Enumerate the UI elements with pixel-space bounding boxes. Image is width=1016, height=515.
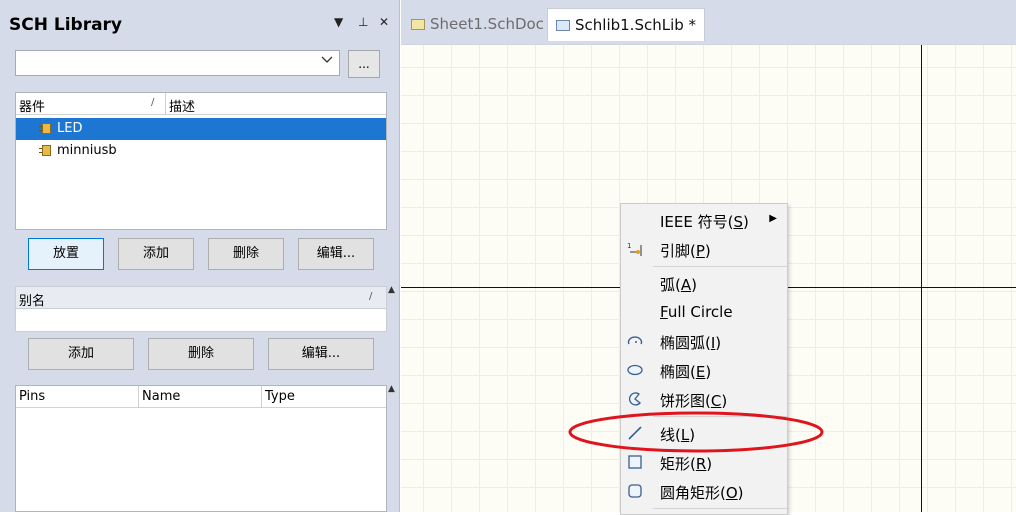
column-divider[interactable] (138, 386, 139, 407)
sort-indicator-icon: / (369, 291, 373, 302)
scroll-up-icon[interactable]: ▲ (388, 285, 395, 295)
menu-item-label: IEEE 符号(S) (660, 213, 749, 231)
add-component-button[interactable]: 添加 (118, 238, 194, 270)
origin-axis-vertical (921, 45, 922, 512)
menu-item-elliptical-arc[interactable]: 椭圆弧(I) (621, 327, 787, 355)
delete-alias-button[interactable]: 删除 (148, 338, 254, 370)
menu-separator (653, 416, 787, 417)
menu-item-rounded-rectangle[interactable]: 圆角矩形(O) (621, 477, 787, 505)
component-row-minniusb[interactable]: minniusb (16, 140, 386, 162)
component-name: LED (57, 121, 83, 136)
chevron-down-icon (321, 54, 333, 69)
menu-item-label: 线(L) (660, 426, 696, 444)
place-button[interactable]: 放置 (28, 238, 104, 270)
column-header-component[interactable]: 器件 (19, 96, 45, 115)
place-context-menu: IEEE 符号(S) ▶ 1 引脚(P) 弧(A) Full Circle 椭圆… (620, 203, 788, 515)
panel-header: SCH Library ▼ ⊥ ✕ (0, 0, 400, 45)
tab-sheet1-schdoc[interactable]: Sheet1.SchDoc * (403, 8, 564, 41)
menu-separator (653, 508, 787, 509)
component-icon (39, 145, 51, 156)
sort-indicator-icon: / (151, 97, 155, 108)
pins-list-header: Pins Name Type (16, 386, 386, 408)
elliptical-arc-icon (627, 333, 643, 349)
component-row-led[interactable]: LED (16, 118, 386, 140)
sch-library-panel: SCH Library ▼ ⊥ ✕ ... 器件 / 描述 LED minniu… (0, 0, 400, 512)
add-alias-button[interactable]: 添加 (28, 338, 134, 370)
menu-item-label: 饼形图(C) (660, 392, 728, 410)
close-panel-icon[interactable]: ✕ (379, 15, 389, 29)
library-filter-combo[interactable] (15, 50, 340, 76)
alias-list-header: 别名 / (16, 287, 386, 309)
column-header-type[interactable]: Type (265, 389, 295, 404)
component-list-header: 器件 / 描述 (16, 93, 386, 115)
pins-list: Pins Name Type (15, 385, 387, 512)
alias-list: 别名 / (15, 286, 387, 332)
document-tab-bar: Sheet1.SchDoc * Schlib1.SchLib * (401, 0, 1016, 45)
menu-item-label: 矩形(R) (660, 455, 713, 473)
component-list: 器件 / 描述 LED minniusb (15, 92, 387, 230)
pin-icon: 1 (627, 241, 643, 257)
menu-item-pin[interactable]: 1 引脚(P) (621, 235, 787, 263)
rectangle-icon (627, 454, 643, 470)
menu-item-label: 椭圆弧(I) (660, 334, 722, 352)
tab-schlib1-schlib[interactable]: Schlib1.SchLib * (547, 8, 706, 41)
menu-separator (653, 266, 787, 267)
menu-item-full-circle[interactable]: Full Circle (621, 298, 787, 326)
menu-item-ellipse[interactable]: 椭圆(E) (621, 356, 787, 384)
menu-item-label: 圆角矩形(O) (660, 484, 744, 502)
menu-item-label: 引脚(P) (660, 242, 711, 260)
column-header-name[interactable]: Name (142, 389, 180, 404)
line-icon (627, 425, 643, 441)
menu-item-label: 椭圆(E) (660, 363, 712, 381)
edit-component-button[interactable]: 编辑... (298, 238, 374, 270)
column-header-pins[interactable]: Pins (19, 389, 45, 404)
column-header-alias[interactable]: 别名 (19, 290, 45, 309)
submenu-arrow-icon: ▶ (769, 213, 777, 224)
delete-component-button[interactable]: 删除 (208, 238, 284, 270)
column-divider[interactable] (261, 386, 262, 407)
menu-item-ieee-symbols[interactable]: IEEE 符号(S) ▶ (621, 206, 787, 234)
ellipse-icon (627, 362, 643, 378)
menu-item-label: 弧(A) (660, 276, 697, 294)
pin-panel-icon[interactable]: ⊥ (358, 15, 368, 29)
menu-item-arc[interactable]: 弧(A) (621, 269, 787, 297)
schdoc-icon (411, 19, 425, 30)
menu-item-line[interactable]: 线(L) (621, 419, 787, 447)
menu-item-pie-chart[interactable]: 饼形图(C) (621, 385, 787, 413)
schlib-icon (556, 20, 570, 31)
scroll-up-icon[interactable]: ▲ (388, 384, 395, 394)
svg-text:1: 1 (627, 242, 631, 250)
tab-label: Sheet1.SchDoc * (430, 15, 557, 33)
panel-menu-dropdown-icon[interactable]: ▼ (334, 15, 343, 29)
menu-item-rectangle[interactable]: 矩形(R) (621, 448, 787, 476)
menu-item-label: Full Circle (660, 303, 733, 321)
column-header-description[interactable]: 描述 (169, 96, 195, 115)
tab-label: Schlib1.SchLib * (575, 16, 697, 34)
component-name: minniusb (57, 143, 117, 158)
pie-icon (627, 391, 643, 407)
component-icon (39, 123, 51, 134)
column-divider[interactable] (165, 93, 166, 114)
browse-button[interactable]: ... (348, 50, 380, 78)
edit-alias-button[interactable]: 编辑... (268, 338, 374, 370)
round-rectangle-icon (627, 483, 643, 499)
panel-title: SCH Library (9, 15, 123, 35)
